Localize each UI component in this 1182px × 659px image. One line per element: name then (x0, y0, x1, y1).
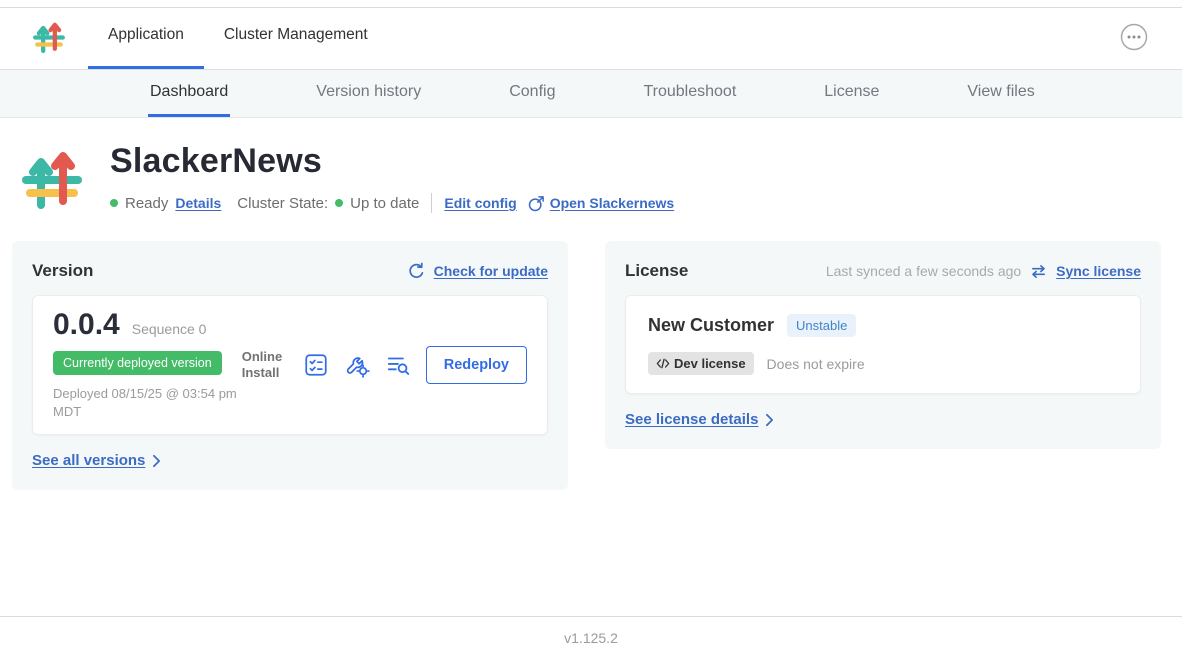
license-card: License Last synced a few seconds ago Sy… (605, 241, 1161, 449)
license-panel: New Customer Unstable Dev license Does n… (625, 295, 1141, 394)
view-logs-icon (385, 352, 411, 378)
version-number-row: 0.0.4 Sequence 0 (53, 310, 242, 340)
view-logs-button[interactable] (385, 352, 411, 378)
tab-cluster-management-label: Cluster Management (224, 26, 368, 44)
deployed-status-badge: Currently deployed version (53, 351, 222, 375)
subnav-item-view-files[interactable]: View files (965, 70, 1036, 117)
see-license-details[interactable]: See license details (625, 411, 774, 428)
license-card-title: License (625, 261, 688, 281)
current-version-panel: 0.0.4 Sequence 0 Currently deployed vers… (32, 295, 548, 435)
see-all-versions-link: See all versions (32, 452, 145, 469)
version-actions: Online Install (242, 346, 527, 384)
code-icon (656, 358, 670, 369)
slackernews-logo-icon (32, 19, 66, 55)
install-type-label: Online Install (242, 349, 288, 382)
edit-config-link[interactable]: Edit config (444, 195, 516, 211)
license-card-header: License Last synced a few seconds ago Sy… (625, 261, 1141, 281)
window-top-border (0, 7, 1182, 8)
spacer (521, 193, 522, 213)
channel-badge: Unstable (787, 314, 856, 337)
subnav-item-troubleshoot[interactable]: Troubleshoot (641, 70, 738, 117)
redeploy-button[interactable]: Redeploy (426, 346, 527, 384)
version-card-header: Version Check for update (32, 261, 548, 281)
license-type-row: Dev license Does not expire (648, 352, 1118, 375)
preflight-checks-button[interactable] (303, 352, 329, 378)
license-type-badge: Dev license (648, 352, 754, 375)
see-license-details-link: See license details (625, 411, 758, 428)
checklist-icon (303, 352, 329, 378)
page-title: SlackerNews (110, 142, 674, 181)
cluster-state-value: Up to date (350, 195, 419, 212)
cluster-state-dot-icon (335, 199, 343, 207)
refresh-icon (407, 262, 426, 281)
external-link-icon (528, 195, 545, 212)
license-sync-group: Last synced a few seconds ago Sync licen… (826, 262, 1141, 281)
chevron-right-icon (152, 454, 161, 468)
console-version: v1.125.2 (564, 630, 618, 646)
check-for-update-link[interactable]: Check for update (434, 263, 548, 279)
tab-application-label: Application (108, 26, 184, 44)
version-card-title: Version (32, 261, 93, 281)
version-card: Version Check for update 0.0.4 Sequence … (12, 241, 568, 490)
config-button[interactable] (344, 352, 370, 378)
subnav-item-version-history[interactable]: Version history (314, 70, 423, 117)
customer-name: New Customer (648, 315, 774, 336)
chevron-right-icon (765, 413, 774, 427)
tab-cluster-management[interactable]: Cluster Management (204, 4, 388, 69)
top-tabs: Application Cluster Management (88, 4, 388, 69)
details-link[interactable]: Details (175, 195, 221, 211)
license-expiration: Does not expire (767, 356, 865, 372)
license-type-badge-label: Dev license (674, 356, 746, 371)
sync-arrows-icon (1029, 262, 1048, 281)
deployed-timestamp: Deployed 08/15/25 @ 03:54 pm MDT (53, 385, 242, 420)
app-status-row: Ready Details Cluster State: Up to date … (110, 193, 674, 213)
last-synced-label: Last synced a few seconds ago (826, 263, 1021, 279)
sub-nav: Dashboard Version history Config Trouble… (0, 70, 1182, 118)
app-header: SlackerNews Ready Details Cluster State:… (0, 118, 1182, 213)
app-head-text: SlackerNews Ready Details Cluster State:… (110, 142, 674, 213)
current-version-info: 0.0.4 Sequence 0 Currently deployed vers… (53, 310, 242, 420)
console-footer: v1.125.2 (0, 616, 1182, 659)
open-app-link-label: Open Slackernews (550, 195, 675, 211)
ellipsis-icon (1120, 23, 1148, 51)
more-menu-button[interactable] (1120, 23, 1148, 51)
version-number: 0.0.4 (53, 310, 120, 340)
subnav-item-config[interactable]: Config (507, 70, 557, 117)
divider (431, 193, 432, 213)
dashboard-cards: Version Check for update 0.0.4 Sequence … (0, 241, 1182, 490)
cluster-state-label: Cluster State: (237, 195, 328, 212)
customer-row: New Customer Unstable (648, 314, 1118, 337)
see-all-versions[interactable]: See all versions (32, 452, 161, 469)
admin-console-page: Application Cluster Management Dashboard… (0, 4, 1182, 490)
open-app-link[interactable]: Open Slackernews (528, 195, 675, 212)
check-for-update[interactable]: Check for update (407, 262, 548, 281)
subnav-item-dashboard[interactable]: Dashboard (148, 70, 230, 117)
ready-status-dot-icon (110, 199, 118, 207)
top-nav: Application Cluster Management (0, 4, 1182, 70)
subnav-item-license[interactable]: License (822, 70, 881, 117)
tab-application[interactable]: Application (88, 4, 204, 69)
sync-license-link[interactable]: Sync license (1056, 263, 1141, 279)
slackernews-app-icon (20, 146, 84, 212)
ready-status-label: Ready (125, 195, 168, 212)
wrench-gear-icon (344, 352, 370, 378)
sequence-label: Sequence 0 (132, 321, 207, 337)
